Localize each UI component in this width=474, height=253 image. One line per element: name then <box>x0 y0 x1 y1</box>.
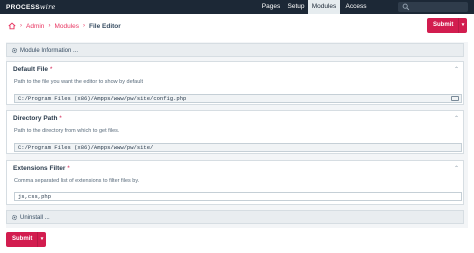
chevron-down-icon[interactable]: ▾ <box>37 232 46 247</box>
breadcrumb: › Admin › Modules › File Editor <box>8 22 121 30</box>
nav-item-pages[interactable]: Pages <box>258 0 284 14</box>
page-header: › Admin › Modules › File Editor <box>0 14 474 37</box>
breadcrumb-modules[interactable]: Modules <box>54 23 79 30</box>
collapse-icon[interactable]: ⌃ <box>454 115 459 122</box>
submit-label: Submit <box>12 236 33 242</box>
processwire-logo[interactable]: PROCESSwire <box>6 3 56 11</box>
keyboard-icon <box>451 96 459 101</box>
default-file-value: C:/Program Files (x86)/Ampps/www/pw/site… <box>18 95 187 102</box>
required-mark: * <box>59 115 62 122</box>
extensions-filter-field: Extensions Filter * ⌃ Comma separated li… <box>6 160 464 205</box>
breadcrumb-admin[interactable]: Admin <box>26 23 44 30</box>
gear-icon <box>11 47 18 54</box>
directory-path-label-text: Directory Path <box>13 115 58 122</box>
collapse-icon[interactable]: ⌃ <box>454 165 459 172</box>
nav-item-setup[interactable]: Setup <box>284 0 308 14</box>
uninstall-label: Uninstall ... <box>20 215 50 221</box>
default-file-label-text: Default File <box>13 66 49 73</box>
logo-text-italic: wire <box>39 3 56 11</box>
default-file-label[interactable]: Default File * <box>13 66 52 73</box>
submit-label: Submit <box>433 22 454 28</box>
extensions-filter-input[interactable]: js,css,php <box>14 192 462 201</box>
home-icon[interactable] <box>8 22 16 30</box>
directory-path-description: Path to the directory from which to get … <box>14 128 120 134</box>
default-file-description: Path to the file you want the editor to … <box>14 79 144 85</box>
masthead: PROCESSwire Pages Setup Modules Access <box>0 0 474 14</box>
default-file-field: Default File * ⌃ Path to the file you wa… <box>6 61 464 105</box>
required-mark: * <box>49 66 53 73</box>
breadcrumb-separator: › <box>48 23 51 29</box>
extensions-filter-description: Comma separated list of extensions to fi… <box>14 178 140 184</box>
extensions-filter-label-text: Extensions Filter <box>13 165 66 172</box>
uninstall-section[interactable]: Uninstall ... <box>6 210 464 224</box>
module-information-section[interactable]: Module Information ... <box>6 43 464 57</box>
directory-path-field: Directory Path * ⌃ Path to the directory… <box>6 110 464 154</box>
breadcrumb-separator: › <box>83 23 86 29</box>
chevron-down-icon[interactable]: ▾ <box>458 18 467 33</box>
nav-item-access[interactable]: Access <box>340 0 372 14</box>
submit-button-bottom[interactable]: Submit ▾ <box>6 232 46 247</box>
submit-button-top[interactable]: Submit ▾ <box>427 18 467 33</box>
page-title: File Editor <box>89 22 121 30</box>
required-mark: * <box>67 165 70 172</box>
directory-path-input[interactable]: C:/Program Files (x86)/Ampps/www/pw/site… <box>14 143 462 152</box>
nav-item-modules[interactable]: Modules <box>308 0 340 14</box>
default-file-input[interactable]: C:/Program Files (x86)/Ampps/www/pw/site… <box>14 94 462 103</box>
extensions-filter-value: js,css,php <box>18 193 52 200</box>
search-icon <box>402 3 410 11</box>
extensions-filter-label[interactable]: Extensions Filter * <box>13 165 70 172</box>
search-input[interactable] <box>398 2 468 12</box>
module-information-label: Module Information ... <box>20 48 79 54</box>
gear-icon <box>11 214 18 221</box>
directory-path-value: C:/Program Files (x86)/Ampps/www/pw/site… <box>18 144 154 151</box>
collapse-icon[interactable]: ⌃ <box>454 66 459 73</box>
logo-text-bold: PROCESS <box>6 4 40 11</box>
directory-path-label[interactable]: Directory Path * <box>13 115 62 122</box>
top-nav: Pages Setup Modules Access <box>258 0 372 14</box>
breadcrumb-separator: › <box>20 23 22 29</box>
